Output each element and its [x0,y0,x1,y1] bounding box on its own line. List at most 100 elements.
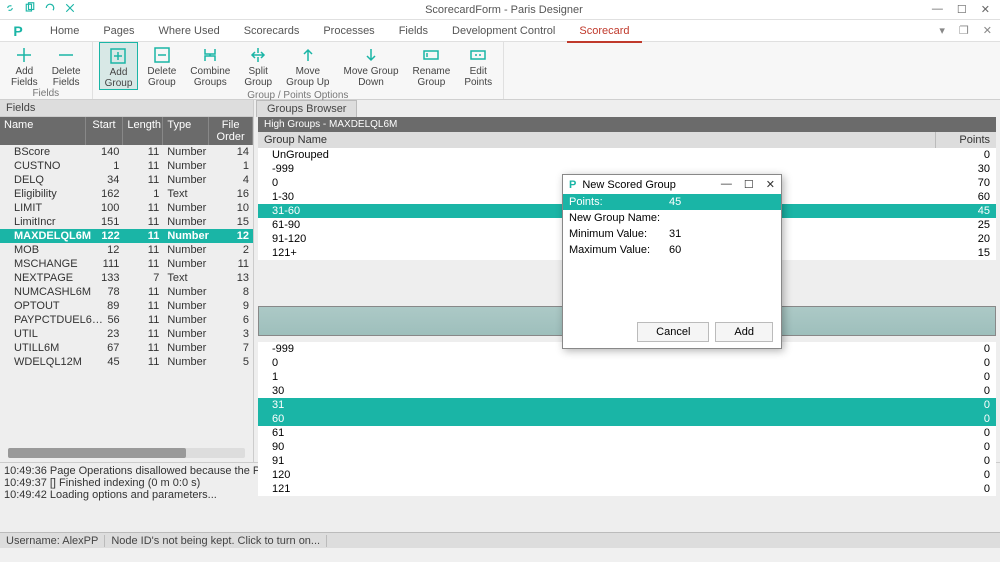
copy-icon[interactable] [24,2,36,17]
ribbon: AddFieldsDeleteFieldsFields AddGroupDelet… [0,42,1000,100]
tab-fields[interactable]: Fields [387,21,440,41]
field-row[interactable]: UTIL2311Number3 [0,327,253,341]
add-fields-button[interactable]: AddFields [6,42,43,88]
fields-scrollbar[interactable] [8,448,245,458]
dialog-field[interactable]: Minimum Value:31 [563,226,781,242]
detail-row[interactable]: 910 [258,454,996,468]
split-icon [248,45,268,65]
detail-row[interactable]: 900 [258,440,996,454]
col-type[interactable]: Type [163,117,209,145]
new-scored-group-dialog: P New Scored Group — ☐ ✕ Points:45New Gr… [562,174,782,349]
dialog-title: New Scored Group [582,179,676,191]
combine-icon [200,45,220,65]
detail-row[interactable]: 10 [258,370,996,384]
ribbon-group-caption: Fields [32,88,59,100]
tab-development-control[interactable]: Development Control [440,21,567,41]
detail-row[interactable]: 1210 [258,482,996,496]
col-group-name[interactable]: Group Name [258,132,936,148]
window-title: ScorecardForm - Paris Designer [76,4,932,16]
field-row[interactable]: UTILL6M6711Number7 [0,341,253,355]
titlebar: ScorecardForm - Paris Designer — ☐ ✕ [0,0,1000,20]
minus-icon [56,45,76,65]
dialog-field[interactable]: Points:45 [563,194,781,210]
field-row[interactable]: CUSTNO111Number1 [0,159,253,173]
maximize-button[interactable]: ☐ [957,3,967,16]
tab-bar: P HomePagesWhere UsedScorecardsProcesses… [0,20,1000,42]
delete-fields-button[interactable]: DeleteFields [47,42,86,88]
tab-scorecards[interactable]: Scorecards [232,21,312,41]
detail-row[interactable]: 00 [258,356,996,370]
field-row[interactable]: Eligibility1621Text16 [0,187,253,201]
col-points[interactable]: Points [936,132,996,148]
edit-icon [468,45,488,65]
app-logo-icon: P [8,23,28,39]
fields-panel-title: Fields [0,100,253,117]
groups-header: High Groups - MAXDELQL6M [258,117,996,132]
move-group-up-button[interactable]: MoveGroup Up [281,42,334,90]
edit-points-button[interactable]: EditPoints [459,42,497,90]
tab-processes[interactable]: Processes [311,21,386,41]
dialog-maximize-button[interactable]: ☐ [744,178,754,191]
col-length[interactable]: Length [123,117,163,145]
minimize-button[interactable]: — [932,3,943,16]
quick-access-toolbar [4,2,76,17]
col-order[interactable]: File Order [209,117,253,145]
cancel-button[interactable]: Cancel [637,322,709,342]
dialog-close-button[interactable]: ✕ [766,178,775,191]
add-button[interactable]: Add [715,322,773,342]
field-row[interactable]: LimitIncr15111Number15 [0,215,253,229]
close-icon[interactable] [64,2,76,17]
tab-pages[interactable]: Pages [91,21,146,41]
dialog-field[interactable]: Maximum Value:60 [563,242,781,258]
detail-row[interactable]: 1200 [258,468,996,482]
rename-icon [421,45,441,65]
field-row[interactable]: DELQ3411Number4 [0,173,253,187]
status-bar: Username: AlexPP Node ID's not being kep… [0,532,1000,548]
fields-column-headers[interactable]: Name Start Length Type File Order [0,117,253,145]
up-icon [298,45,318,65]
group-row[interactable]: UnGrouped0 [258,148,996,162]
tab-close-icon[interactable]: ✕ [983,24,992,37]
close-button[interactable]: ✕ [981,3,990,16]
status-node[interactable]: Node ID's not being kept. Click to turn … [105,535,327,547]
field-row[interactable]: MSCHANGE11111Number11 [0,257,253,271]
refresh-icon[interactable] [44,2,56,17]
field-row[interactable]: PAYPCTDUEL6…5611Number6 [0,313,253,327]
status-username: Username: AlexPP [0,535,105,547]
field-row[interactable]: NEXTPAGE1337Text13 [0,271,253,285]
link-icon[interactable] [4,2,16,17]
groups-browser-tab[interactable]: Groups Browser [256,100,357,117]
detail-row[interactable]: 610 [258,426,996,440]
rename-group-button[interactable]: RenameGroup [408,42,456,90]
down-icon [361,45,381,65]
detail-row[interactable]: 600 [258,412,996,426]
fields-panel: Fields Name Start Length Type File Order… [0,100,254,462]
delete-group-button[interactable]: DeleteGroup [142,42,181,90]
tab-where-used[interactable]: Where Used [147,21,232,41]
dropdown-icon[interactable]: ▾ [939,24,945,37]
move-group-down-button[interactable]: Move GroupDown [338,42,403,90]
dialog-minimize-button[interactable]: — [721,178,732,191]
add-box-icon [108,46,128,66]
add-group-button[interactable]: AddGroup [99,42,139,90]
field-row[interactable]: MAXDELQL6M12211Number12 [0,229,253,243]
dialog-field[interactable]: New Group Name: [563,210,781,226]
plus-icon [14,45,34,65]
dialog-logo-icon: P [569,179,576,191]
restore-icon[interactable]: ❐ [959,24,969,37]
detail-row[interactable]: 300 [258,384,996,398]
combine-groups-button[interactable]: CombineGroups [185,42,235,90]
field-row[interactable]: NUMCASHL6M7811Number8 [0,285,253,299]
detail-row[interactable]: 310 [258,398,996,412]
field-row[interactable]: BScore14011Number14 [0,145,253,159]
col-start[interactable]: Start [86,117,124,145]
col-name[interactable]: Name [0,117,86,145]
field-row[interactable]: WDELQL12M4511Number5 [0,355,253,369]
tab-home[interactable]: Home [38,21,91,41]
field-row[interactable]: MOB1211Number2 [0,243,253,257]
del-box-icon [152,45,172,65]
field-row[interactable]: LIMIT10011Number10 [0,201,253,215]
tab-scorecard[interactable]: Scorecard [567,21,641,43]
field-row[interactable]: OPTOUT8911Number9 [0,299,253,313]
split-group-button[interactable]: SplitGroup [239,42,277,90]
